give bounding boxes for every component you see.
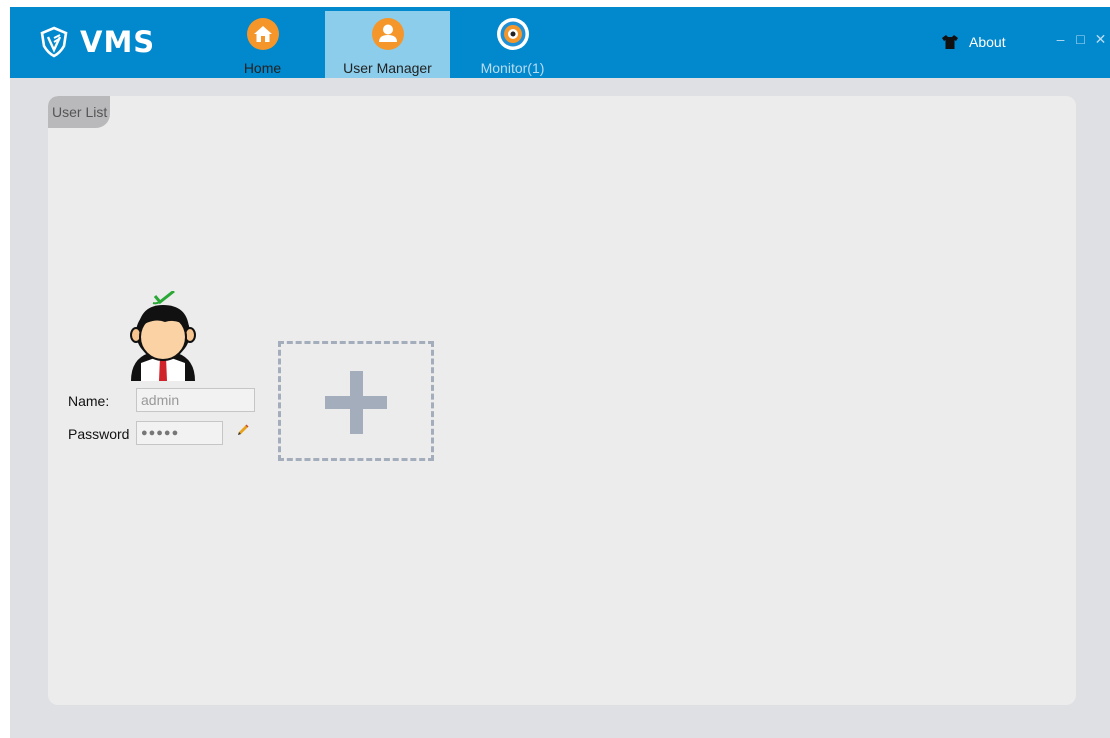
title-bar: VMS Home User Manager Monitor(1) About –…	[10, 7, 1110, 78]
name-label: Name:	[68, 393, 110, 409]
maximize-button[interactable]: □	[1073, 31, 1088, 48]
user-list-panel: User List Name: admin Password ●●●●●	[48, 96, 1076, 705]
tab-monitor-label: Monitor(1)	[480, 60, 545, 76]
edit-pencil-icon[interactable]	[236, 423, 250, 437]
app-logo: VMS	[38, 24, 155, 60]
password-label: Password	[68, 426, 130, 442]
app-title: VMS	[80, 25, 156, 59]
window-controls: – □ ✕	[1053, 31, 1108, 48]
close-button[interactable]: ✕	[1093, 31, 1108, 48]
name-field[interactable]: admin	[136, 388, 255, 412]
about-button[interactable]: About	[941, 34, 1006, 50]
app-window: VMS Home User Manager Monitor(1) About –…	[10, 7, 1110, 738]
monitor-icon	[496, 18, 529, 50]
password-field[interactable]: ●●●●●	[136, 421, 223, 445]
shirt-icon	[942, 35, 958, 49]
tab-home[interactable]: Home	[200, 11, 325, 78]
user-icon	[371, 18, 404, 50]
add-user-button[interactable]	[278, 341, 434, 461]
tab-user-manager[interactable]: User Manager	[325, 11, 450, 78]
user-list-tab[interactable]: User List	[48, 96, 111, 128]
minimize-button[interactable]: –	[1053, 31, 1068, 48]
about-label: About	[969, 34, 1006, 50]
tab-monitor[interactable]: Monitor(1)	[450, 11, 575, 78]
tab-user-manager-label: User Manager	[343, 60, 432, 76]
tab-home-label: Home	[243, 60, 282, 76]
main-tabs: Home User Manager Monitor(1)	[200, 11, 575, 78]
home-icon	[246, 18, 279, 50]
shield-logo-icon	[40, 26, 68, 58]
plus-icon-vertical	[350, 371, 363, 434]
user-avatar[interactable]	[125, 291, 201, 381]
